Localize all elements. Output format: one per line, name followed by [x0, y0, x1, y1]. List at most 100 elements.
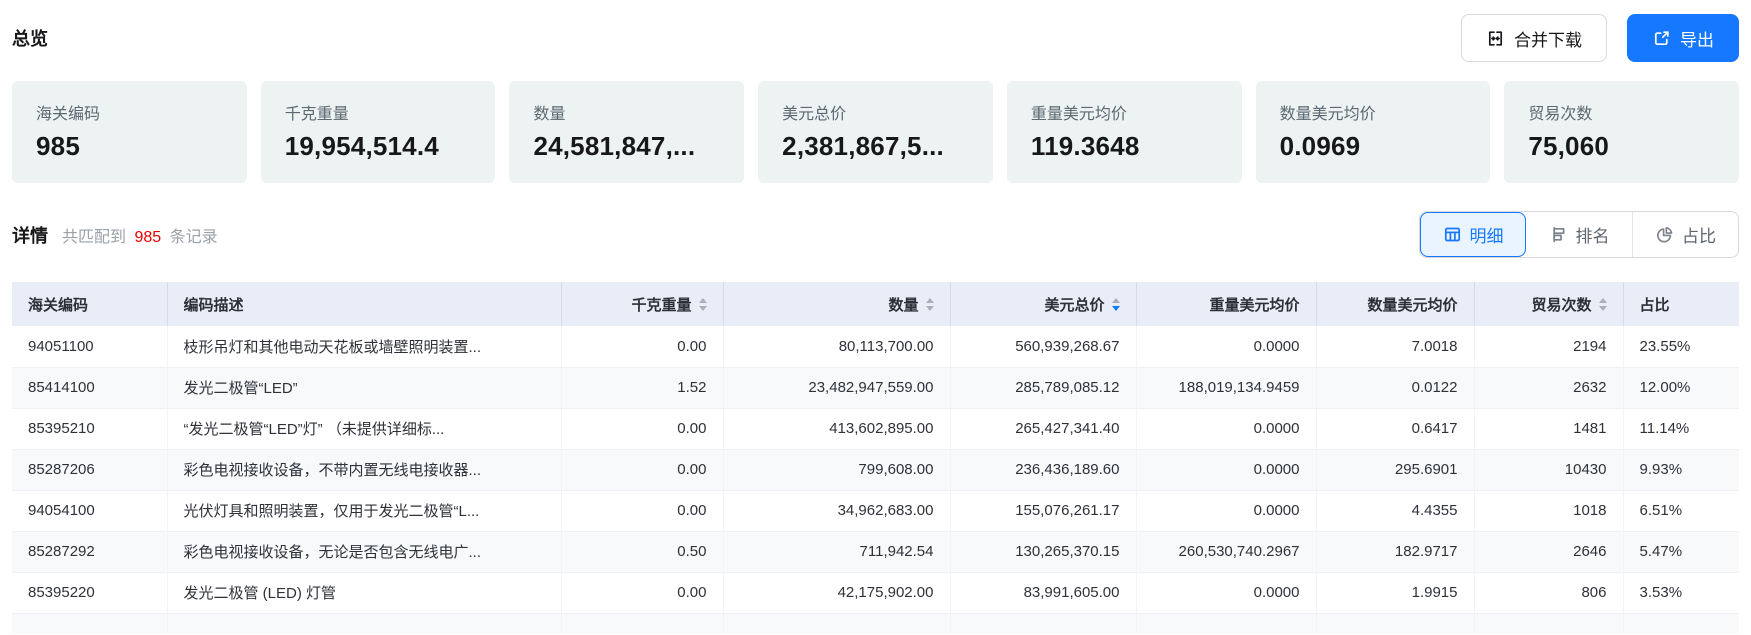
- table-cell: 295.6901: [1316, 449, 1474, 490]
- table-cell: 0.00: [561, 408, 723, 449]
- column-label: 编码描述: [184, 294, 244, 315]
- table-cell: 1.9915: [1316, 572, 1474, 613]
- sort-icon[interactable]: [1599, 298, 1607, 311]
- table-row[interactable]: 94054100光伏灯具和照明装置，仅用于发光二极管“L...0.0034,96…: [12, 490, 1739, 531]
- merge-download-label: 合并下载: [1514, 26, 1582, 51]
- sort-caret-down-icon: [1599, 306, 1607, 311]
- table-cell: [1316, 613, 1474, 634]
- table-cell: 1481: [1474, 408, 1623, 449]
- table-cell: 1018: [1474, 490, 1623, 531]
- summary-card: 美元总价2,381,867,5...: [758, 81, 993, 183]
- table-cell: 260,530,740.2967: [1136, 531, 1316, 572]
- table-cell: 23.55%: [1623, 326, 1739, 367]
- table-cell: [950, 613, 1136, 634]
- summary-cards: 海关编码985千克重量19,954,514.4数量24,581,847,...美…: [12, 81, 1739, 183]
- table-cell: 9.93%: [1623, 449, 1739, 490]
- table-cell: 799,608.00: [723, 449, 950, 490]
- table-cell: 11.14%: [1623, 408, 1739, 449]
- tab-proportion[interactable]: 占比: [1632, 212, 1738, 257]
- card-value: 75,060: [1528, 131, 1715, 162]
- table-cell: 85287206: [12, 449, 167, 490]
- column-header-4[interactable]: 数量: [723, 282, 950, 326]
- view-tabs: 明细 排名 占比: [1419, 211, 1739, 258]
- sort-icon[interactable]: [1112, 298, 1120, 311]
- table-cell: 12.00%: [1623, 367, 1739, 408]
- column-label: 数量: [888, 294, 918, 315]
- column-header-6: 重量美元均价: [1136, 282, 1316, 326]
- summary-card: 千克重量 19,954,514.4: [261, 81, 496, 183]
- table-cell: 3.53%: [1623, 572, 1739, 613]
- match-count-text: 共匹配到 985 条记录: [62, 223, 218, 247]
- tab-ranking[interactable]: 排名: [1526, 212, 1632, 257]
- table-cell: 0.0000: [1136, 572, 1316, 613]
- table-cell: “发光二极管“LED”灯” （未提供详细标...: [167, 408, 561, 449]
- table-cell: 2632: [1474, 367, 1623, 408]
- table-row[interactable]: 85287292彩色电视接收设备，无论是否包含无线电广...0.50711,94…: [12, 531, 1739, 572]
- card-value: 2,381,867,5...: [782, 131, 969, 162]
- table-cell: 彩色电视接收设备，不带内置无线电接收器...: [167, 449, 561, 490]
- table-cell: 2646: [1474, 531, 1623, 572]
- summary-card: 贸易次数75,060: [1504, 81, 1739, 183]
- column-header-2: 编码描述: [167, 282, 561, 326]
- tab-detail[interactable]: 明细: [1420, 212, 1526, 257]
- table-cell: [1136, 613, 1316, 634]
- table-row[interactable]: 94051100枝形吊灯和其他电动天花板或墙壁照明装置...0.0080,113…: [12, 326, 1739, 367]
- card-label: 数量: [533, 100, 720, 124]
- table-cell: 130,265,370.15: [950, 531, 1136, 572]
- pie-icon: [1655, 225, 1674, 244]
- column-label: 数量美元均价: [1367, 294, 1457, 315]
- table-cell: 枝形吊灯和其他电动天花板或墙壁照明装置...: [167, 326, 561, 367]
- table-body: 94051100枝形吊灯和其他电动天花板或墙壁照明装置...0.0080,113…: [12, 326, 1739, 634]
- table-cell: 182.9717: [1316, 531, 1474, 572]
- table-row[interactable]: 85395220发光二极管 (LED) 灯管0.0042,175,902.008…: [12, 572, 1739, 613]
- column-header-8[interactable]: 贸易次数: [1474, 282, 1623, 326]
- sort-caret-down-icon: [926, 306, 934, 311]
- table-cell: 42,175,902.00: [723, 572, 950, 613]
- card-label: 千克重量: [285, 100, 472, 124]
- table-cell: 236,436,189.60: [950, 449, 1136, 490]
- table-cell: 0.00: [561, 449, 723, 490]
- column-header-5[interactable]: 美元总价: [950, 282, 1136, 326]
- sort-caret-down-icon: [699, 306, 707, 311]
- table-header-row: 海关编码编码描述千克重量数量美元总价重量美元均价数量美元均价贸易次数占比: [12, 282, 1739, 326]
- table-cell: [12, 613, 167, 634]
- merge-download-button[interactable]: 合并下载: [1461, 14, 1607, 62]
- table-icon: [1443, 225, 1462, 244]
- table-cell: 85395220: [12, 572, 167, 613]
- table-cell: 0.0000: [1136, 449, 1316, 490]
- table-cell: 发光二极管 (LED) 灯管: [167, 572, 561, 613]
- table-row[interactable]: 85395210“发光二极管“LED”灯” （未提供详细标...0.00413,…: [12, 408, 1739, 449]
- column-header-3[interactable]: 千克重量: [561, 282, 723, 326]
- column-label: 海关编码: [28, 294, 88, 315]
- data-table: 海关编码编码描述千克重量数量美元总价重量美元均价数量美元均价贸易次数占比 940…: [12, 282, 1739, 634]
- table-cell: 1.52: [561, 367, 723, 408]
- table-row-partial: [12, 613, 1739, 634]
- table-cell: 155,076,261.17: [950, 490, 1136, 531]
- table-cell: 发光二极管“LED”: [167, 367, 561, 408]
- summary-card: 重量美元均价119.3648: [1007, 81, 1242, 183]
- table-cell: 10430: [1474, 449, 1623, 490]
- card-label: 数量美元均价: [1280, 100, 1467, 124]
- match-count-value: 985: [130, 229, 165, 246]
- sort-icon[interactable]: [926, 298, 934, 311]
- card-value: 119.3648: [1031, 131, 1218, 162]
- table-cell: 711,942.54: [723, 531, 950, 572]
- table-cell: 5.47%: [1623, 531, 1739, 572]
- table-cell: 285,789,085.12: [950, 367, 1136, 408]
- sort-caret-up-icon: [699, 298, 707, 303]
- table-cell: 0.00: [561, 572, 723, 613]
- table-row[interactable]: 85414100发光二极管“LED”1.5223,482,947,559.002…: [12, 367, 1739, 408]
- table-cell: 2194: [1474, 326, 1623, 367]
- card-value: 0.0969: [1280, 131, 1467, 162]
- table-cell: 0.50: [561, 531, 723, 572]
- table-row[interactable]: 85287206彩色电视接收设备，不带内置无线电接收器...0.00799,60…: [12, 449, 1739, 490]
- sort-icon[interactable]: [699, 298, 707, 311]
- match-suffix: 条记录: [170, 229, 218, 246]
- table-cell: [167, 613, 561, 634]
- card-value: 19,954,514.4: [285, 131, 472, 162]
- tab-label: 明细: [1470, 222, 1504, 247]
- page-title: 总览: [12, 25, 48, 51]
- summary-card: 海关编码985: [12, 81, 247, 183]
- tab-label: 占比: [1682, 222, 1716, 247]
- export-button[interactable]: 导出: [1627, 14, 1739, 62]
